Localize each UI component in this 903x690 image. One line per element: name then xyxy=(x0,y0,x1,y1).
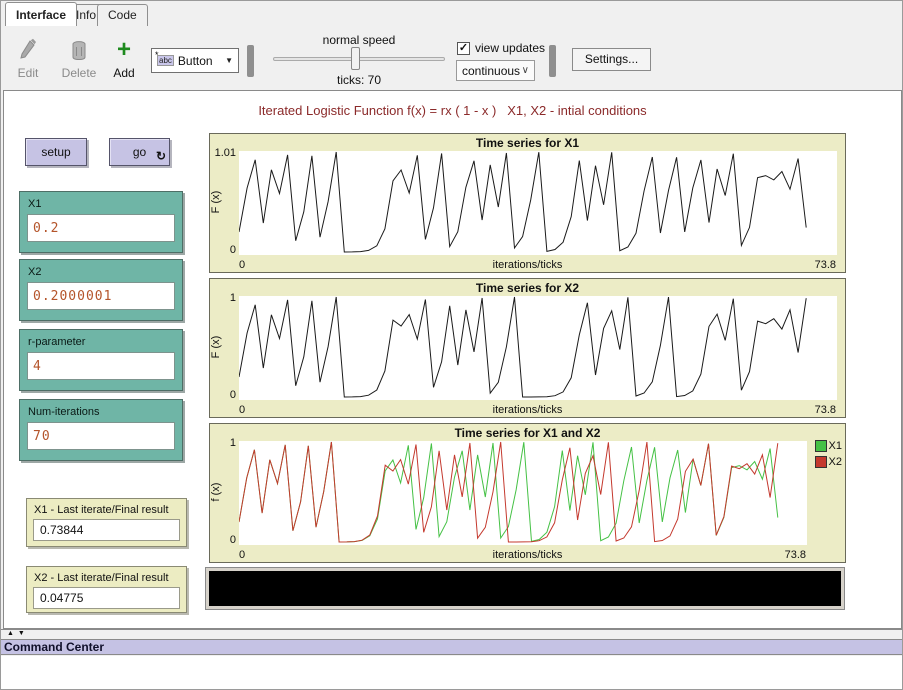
view-updates-checkbox[interactable]: ✓ xyxy=(457,42,470,55)
y-axis-label: f (x) xyxy=(210,470,222,514)
legend-item-x1: X1 xyxy=(815,440,842,452)
world-view xyxy=(206,568,844,609)
command-center-title: Command Center xyxy=(4,640,104,654)
x-axis-label: iterations/ticks xyxy=(210,549,845,561)
y-axis-label: F (x) xyxy=(210,180,222,224)
model-title-note: Iterated Logistic Function f(x) = rx ( 1… xyxy=(4,103,901,118)
legend-label-x2: X2 xyxy=(829,456,842,468)
edit-button[interactable]: Edit xyxy=(13,38,43,80)
trash-icon xyxy=(59,38,99,64)
plot-area xyxy=(239,296,837,400)
tab-code[interactable]: Code xyxy=(97,4,148,26)
speed-slider-label: normal speed xyxy=(271,33,447,47)
toolbar-separator xyxy=(247,45,254,77)
tab-bar: Interface Info Code xyxy=(1,1,902,26)
input-x2: X2 xyxy=(19,259,183,321)
x-axis-max-tick: 73.8 xyxy=(815,259,836,271)
input-x2-field[interactable] xyxy=(27,282,175,310)
widget-type-value: Button xyxy=(178,54,213,68)
netlogo-window: Interface Info Code Edit Delete + Add *a… xyxy=(0,0,903,690)
add-label: Add xyxy=(113,66,134,80)
x-axis-label: iterations/ticks xyxy=(210,404,845,416)
command-center-resize-handle[interactable]: ▲▼ xyxy=(1,629,902,639)
speed-slider-thumb[interactable] xyxy=(351,47,360,70)
add-widget-button[interactable]: + Add xyxy=(109,38,139,80)
command-center-body[interactable] xyxy=(1,656,902,690)
input-r-parameter: r-parameter xyxy=(19,329,183,391)
input-x1-label: X1 xyxy=(20,192,182,214)
toolbar: Edit Delete + Add *abc Button ▼ normal s… xyxy=(1,26,902,90)
forever-icon: ↻ xyxy=(156,149,166,163)
input-r-parameter-field[interactable] xyxy=(27,352,175,380)
input-num-iterations-field[interactable] xyxy=(27,422,175,450)
legend-swatch-x1 xyxy=(815,440,827,452)
delete-button[interactable]: Delete xyxy=(59,38,99,80)
y-axis-min-tick: 0 xyxy=(210,389,236,401)
dropdown-arrow-icon: ▼ xyxy=(225,56,233,65)
y-axis-max-tick: 1.01 xyxy=(210,147,236,159)
monitor-x1-value: 0.73844 xyxy=(33,519,180,541)
update-mode-dropdown[interactable]: continuous ∨ xyxy=(456,60,535,81)
ticks-counter: ticks: 70 xyxy=(271,73,447,87)
input-r-parameter-label: r-parameter xyxy=(20,330,182,352)
y-axis-label: F (x) xyxy=(210,325,222,369)
input-num-iterations: Num-iterations xyxy=(19,399,183,461)
update-mode-value: continuous xyxy=(462,64,520,78)
plot-title: Time series for X1 and X2 xyxy=(210,426,845,440)
command-center-header: Command Center xyxy=(1,639,902,655)
x-axis-max-tick: 73.8 xyxy=(815,404,836,416)
input-num-iterations-label: Num-iterations xyxy=(20,400,182,422)
interface-canvas: Iterated Logistic Function f(x) = rx ( 1… xyxy=(3,90,902,629)
input-x1-field[interactable] xyxy=(27,214,175,242)
plot-title: Time series for X1 xyxy=(210,136,845,150)
plot-area xyxy=(239,441,807,545)
y-axis-min-tick: 0 xyxy=(210,244,236,256)
input-x1: X1 xyxy=(19,191,183,253)
toolbar-separator xyxy=(549,45,556,77)
monitor-x2-final: X2 - Last iterate/Final result 0.04775 xyxy=(26,566,187,613)
y-axis-min-tick: 0 xyxy=(210,534,236,546)
pencil-icon xyxy=(13,38,43,64)
plot-title: Time series for X2 xyxy=(210,281,845,295)
monitor-x2-label: X2 - Last iterate/Final result xyxy=(27,567,186,587)
legend-swatch-x2 xyxy=(815,456,827,468)
plot-legend: X1 X2 xyxy=(815,440,842,468)
setup-button[interactable]: setup xyxy=(25,138,87,166)
button-widget-icon: *abc xyxy=(157,55,174,66)
settings-button[interactable]: Settings... xyxy=(572,48,651,71)
tab-interface[interactable]: Interface xyxy=(5,2,77,26)
legend-item-x2: X2 xyxy=(815,456,842,468)
plus-icon: + xyxy=(109,38,139,64)
edit-label: Edit xyxy=(18,66,39,80)
chevron-down-icon: ∨ xyxy=(522,65,529,76)
monitor-x1-final: X1 - Last iterate/Final result 0.73844 xyxy=(26,498,187,547)
legend-label-x1: X1 xyxy=(829,440,842,452)
monitor-x2-value: 0.04775 xyxy=(33,587,180,609)
collapse-expand-icons: ▲▼ xyxy=(7,630,29,637)
setup-button-label: setup xyxy=(26,139,86,165)
monitor-x1-label: X1 - Last iterate/Final result xyxy=(27,499,186,519)
plot-time-series-x1: Time series for X1 1.01 F (x) 0 0 iterat… xyxy=(209,133,846,273)
widget-type-dropdown[interactable]: *abc Button ▼ xyxy=(151,48,239,73)
delete-label: Delete xyxy=(62,66,97,80)
plot-area xyxy=(239,151,837,255)
y-axis-max-tick: 1 xyxy=(210,437,236,449)
plot-time-series-x1-x2: Time series for X1 and X2 1 f (x) 0 0 it… xyxy=(209,423,846,563)
x-axis-label: iterations/ticks xyxy=(210,259,845,271)
view-updates-label: view updates xyxy=(475,41,545,55)
go-button[interactable]: go ↻ xyxy=(109,138,170,166)
x-axis-max-tick: 73.8 xyxy=(785,549,806,561)
plot-time-series-x2: Time series for X2 1 F (x) 0 0 iteration… xyxy=(209,278,846,418)
input-x2-label: X2 xyxy=(20,260,182,282)
y-axis-max-tick: 1 xyxy=(210,292,236,304)
